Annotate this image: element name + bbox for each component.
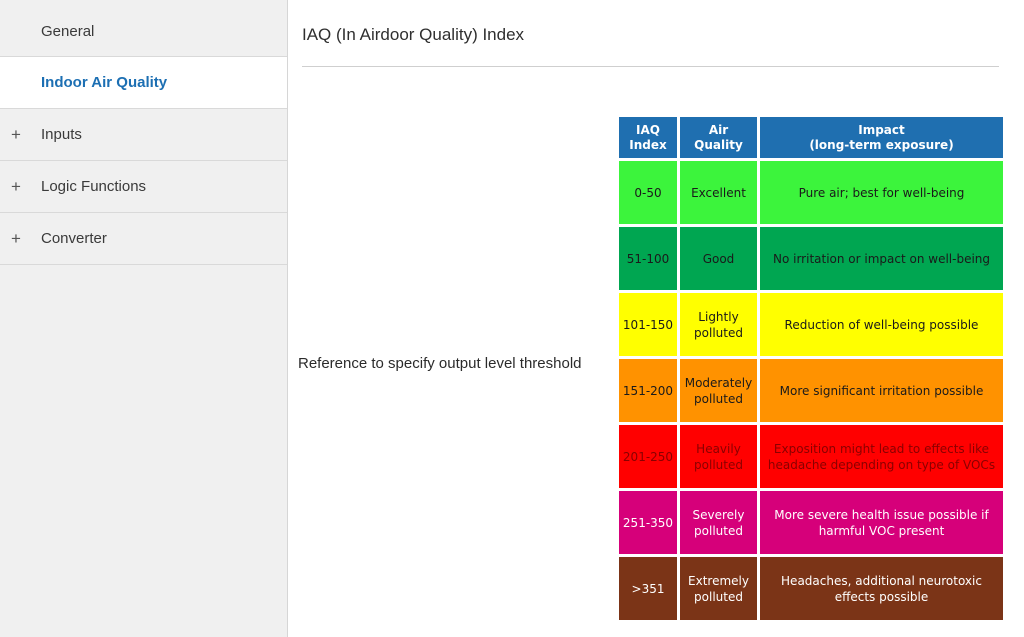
air-quality-cell: Good [680, 227, 757, 290]
impact-cell: Reduction of well-being possible [760, 293, 1003, 356]
cell-text: effects possible [834, 589, 929, 604]
cell-text: No irritation or impact on well-being [772, 251, 991, 266]
header-text: Air [708, 122, 729, 137]
sidebar-item-label: Logic Functions [41, 178, 147, 195]
header-text: Quality [694, 137, 743, 152]
cell-text: Good [702, 251, 735, 266]
table-row: 101-150 Lightly polluted Reduction of well-… [619, 293, 1003, 356]
table-header-row: IAQ Index Air Quality Impact (long-term … [619, 117, 1003, 158]
reference-label: Reference to specify output level thresh… [298, 355, 582, 372]
air-quality-cell: Lightly polluted [680, 293, 757, 356]
header-iaq-index: IAQ Index [619, 117, 677, 158]
cell-text: Moderately [684, 375, 753, 390]
iaq-index-cell: 201-250 [619, 425, 677, 488]
table-row: 251-350 Severely polluted More severe healt… [619, 491, 1003, 554]
table-row: 51-100 Good No irritation or impact on wel… [619, 227, 1003, 290]
sidebar-item-label: Converter [41, 230, 107, 247]
cell-text: harmful VOC present [818, 523, 945, 538]
iaq-index-cell: 251-350 [619, 491, 677, 554]
header-text: Impact [858, 122, 905, 137]
impact-cell: More significant irritation possible [760, 359, 1003, 422]
iaq-index-cell: 51-100 [619, 227, 677, 290]
air-quality-cell: Excellent [680, 161, 757, 224]
cell-text: headache depending on type of VOCs [767, 457, 996, 472]
iaq-index-cell: >351 [619, 557, 677, 620]
sidebar-item-label: Inputs [41, 126, 82, 143]
sidebar-item-label: Indoor Air Quality [41, 74, 168, 91]
cell-text: Pure air; best for well-being [798, 185, 965, 200]
sidebar-item-general[interactable]: General [0, 0, 287, 57]
iaq-reference-table: IAQ Index Air Quality Impact (long-term … [616, 114, 1006, 623]
cell-text: Lightly [698, 309, 739, 324]
cell-text: Heavily [696, 441, 741, 456]
iaq-index-cell: 0-50 [619, 161, 677, 224]
sidebar-item-logic-functions[interactable]: + Logic Functions [0, 161, 287, 213]
header-text: Index [629, 137, 667, 152]
iaq-index-cell: 151-200 [619, 359, 677, 422]
cell-text: Extremely [688, 573, 749, 588]
table-row: >351 Extremely polluted Headaches, addition… [619, 557, 1003, 620]
header-text: IAQ [636, 122, 660, 137]
expand-plus-icon[interactable]: + [9, 177, 23, 197]
title-divider [302, 66, 999, 67]
impact-cell: More severe health issue possible if harm… [760, 491, 1003, 554]
cell-text: More severe health issue possible if [774, 507, 989, 522]
cell-text: 201-250 [622, 449, 674, 464]
cell-text: 151-200 [622, 383, 674, 398]
header-air-quality: Air Quality [680, 117, 757, 158]
air-quality-cell: Moderately polluted [680, 359, 757, 422]
expand-plus-icon[interactable]: + [9, 125, 23, 145]
air-quality-cell: Extremely polluted [680, 557, 757, 620]
header-impact: Impact (long-term exposure) [760, 117, 1003, 158]
cell-text: 0-50 [634, 185, 662, 200]
sidebar-item-indoor-air-quality[interactable]: Indoor Air Quality [0, 57, 287, 109]
sidebar-item-inputs[interactable]: + Inputs [0, 109, 287, 161]
impact-cell: Exposition might lead to effects like hea… [760, 425, 1003, 488]
sidebar-item-converter[interactable]: + Converter [0, 213, 287, 265]
sidebar-nav: General Indoor Air Quality + Inputs + Lo… [0, 0, 288, 637]
cell-text: polluted [694, 457, 743, 472]
cell-text: Severely [692, 507, 745, 522]
impact-cell: Pure air; best for well-being [760, 161, 1003, 224]
impact-cell: Headaches, additional neurotoxic effects … [760, 557, 1003, 620]
cell-text: 51-100 [626, 251, 670, 266]
cell-text: 251-350 [622, 515, 674, 530]
cell-text: Headaches, additional neurotoxic [781, 573, 982, 588]
page-title: IAQ (In Airdoor Quality) Index [302, 25, 525, 44]
air-quality-cell: Heavily polluted [680, 425, 757, 488]
table-row: 0-50 Excellent Pure air; best for well-bei… [619, 161, 1003, 224]
iaq-index-cell: 101-150 [619, 293, 677, 356]
expand-plus-icon[interactable]: + [9, 229, 23, 249]
cell-text: polluted [694, 391, 743, 406]
cell-text: Reduction of well-being possible [784, 317, 979, 332]
cell-text: More significant irritation possible [779, 383, 984, 398]
table-body: 0-50 Excellent Pure air; best for well-bei… [619, 161, 1003, 620]
table-row: 201-250 Heavily polluted Exposition might l… [619, 425, 1003, 488]
table-row: 151-200 Moderately polluted More significan… [619, 359, 1003, 422]
impact-cell: No irritation or impact on well-being [760, 227, 1003, 290]
cell-text: Exposition might lead to effects like [773, 441, 990, 456]
main-panel: IAQ (In Airdoor Quality) Index Reference… [288, 0, 1024, 637]
cell-text: >351 [631, 581, 665, 596]
cell-text: 101-150 [622, 317, 674, 332]
header-text: (long-term exposure) [809, 137, 954, 152]
sidebar-item-label: General [41, 22, 95, 40]
cell-text: polluted [694, 589, 743, 604]
air-quality-cell: Severely polluted [680, 491, 757, 554]
cell-text: polluted [694, 325, 743, 340]
cell-text: polluted [694, 523, 743, 538]
cell-text: Excellent [691, 185, 746, 200]
